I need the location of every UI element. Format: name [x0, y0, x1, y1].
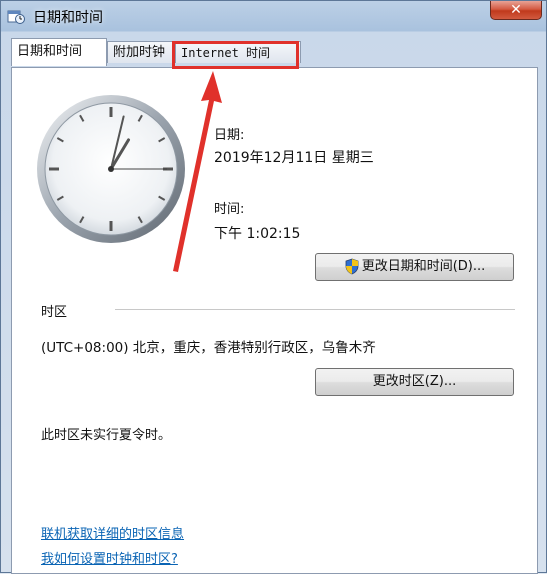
date-time-dialog: 日期和时间 ✕ 日期和时间 附加时钟 Internet 时间 日期: 2019年…: [0, 0, 547, 574]
change-date-time-button[interactable]: 更改日期和时间(D)...: [315, 253, 514, 281]
annotation-arrow: [173, 71, 222, 272]
timezone-value: (UTC+08:00) 北京，重庆，香港特别行政区，乌鲁木齐: [41, 340, 376, 356]
online-timezone-info-link[interactable]: 联机获取详细的时区信息: [41, 523, 184, 542]
timezone-divider: [115, 309, 515, 310]
date-value: 2019年12月11日 星期三: [214, 150, 374, 166]
tab-date-time[interactable]: 日期和时间: [11, 38, 107, 66]
tab-additional-clocks[interactable]: 附加时钟: [107, 41, 175, 63]
calendar-clock-icon: [7, 10, 25, 24]
change-timezone-button[interactable]: 更改时区(Z)...: [315, 368, 514, 396]
how-to-set-clock-link[interactable]: 我如何设置时钟和时区?: [41, 548, 178, 567]
window-title: 日期和时间: [33, 10, 103, 26]
close-button[interactable]: ✕: [490, 1, 542, 20]
change-date-time-label: 更改日期和时间(D)...: [361, 259, 486, 274]
timezone-heading: 时区: [41, 305, 68, 320]
title-bar[interactable]: 日期和时间 ✕: [1, 1, 546, 31]
dst-note: 此时区未实行夏令时。: [41, 428, 172, 443]
uac-shield-icon: [345, 258, 359, 275]
